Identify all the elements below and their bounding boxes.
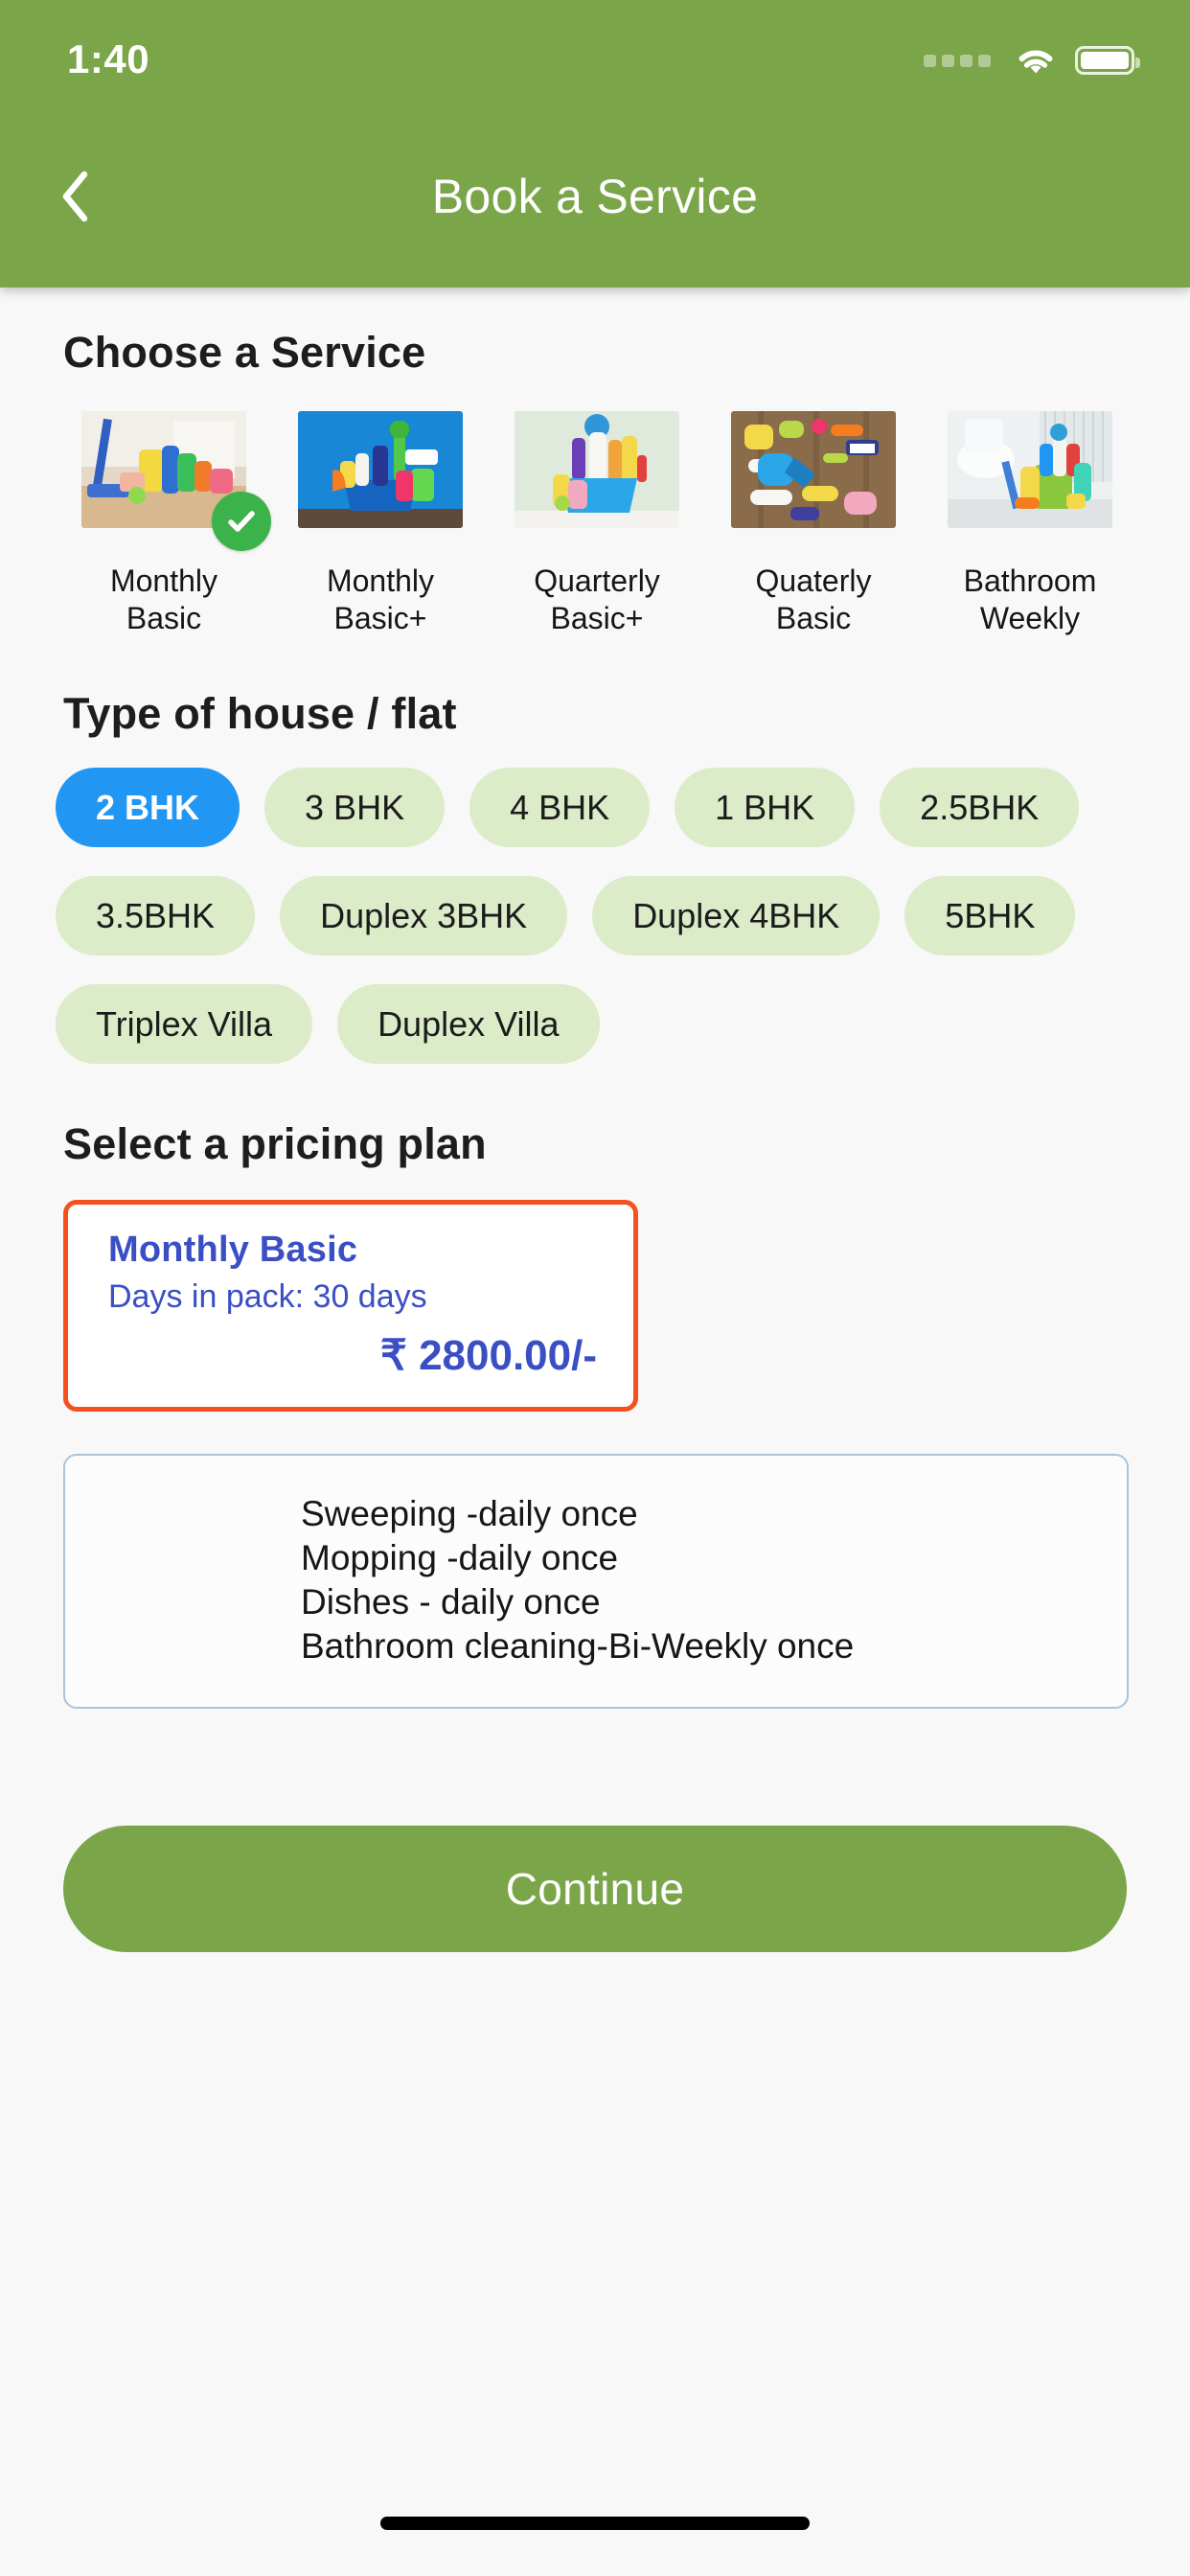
chip-2-bhk[interactable]: 2 BHK [56, 768, 240, 848]
service-label: Quarterly Basic+ [501, 563, 693, 637]
home-indicator-wrap [0, 2471, 1190, 2576]
wifi-icon [1014, 44, 1058, 77]
service-card-quaterly-basic[interactable]: Quaterly Basic [705, 411, 922, 637]
service-list: Monthly Basic Monthly Basic+ Quarterly B… [0, 378, 1190, 637]
chip-1-bhk[interactable]: 1 BHK [675, 768, 856, 848]
home-indicator[interactable] [380, 2517, 810, 2530]
continue-button-wrap: Continue [0, 1709, 1190, 1952]
service-label: Quaterly Basic [718, 563, 909, 637]
continue-button[interactable]: Continue [63, 1825, 1127, 1952]
nav-bar: Book a Service [0, 105, 1190, 288]
service-thumb-wrap [515, 411, 679, 528]
service-label-line1: Quarterly [534, 564, 660, 598]
signal-dots-icon [924, 54, 991, 67]
service-label: Monthly Basic [68, 563, 260, 637]
chip-duplex-villa[interactable]: Duplex Villa [337, 984, 600, 1065]
plan-days: Days in pack: 30 days [108, 1278, 427, 1316]
service-label-line1: Monthly [109, 564, 218, 598]
service-label-line1: Bathroom [963, 564, 1097, 598]
plan-details-box: Sweeping -daily once Mopping -daily once… [63, 1454, 1129, 1709]
chip-triplex-villa[interactable]: Triplex Villa [56, 984, 313, 1065]
service-card-bathroom-weekly[interactable]: Bathroom Weekly [922, 411, 1138, 637]
chip-duplex-3bhk[interactable]: Duplex 3BHK [280, 876, 568, 956]
chip-5bhk[interactable]: 5BHK [904, 876, 1076, 956]
chip-3-5-bhk[interactable]: 3.5BHK [56, 876, 256, 956]
check-circle-icon [212, 492, 271, 551]
service-thumbnail [731, 411, 896, 528]
plan-name: Monthly Basic [108, 1230, 358, 1271]
status-bar: 1:40 [0, 0, 1190, 105]
service-card-quarterly-basic-plus[interactable]: Quarterly Basic+ [489, 411, 705, 637]
service-thumbnail [515, 411, 679, 528]
plan-detail-line: Sweeping -daily once [301, 1494, 638, 1534]
service-thumb-wrap [81, 411, 271, 551]
pricing-heading: Select a pricing plan [63, 1119, 487, 1169]
plan-detail-line: Mopping -daily once [301, 1537, 619, 1577]
service-card-monthly-basic-plus[interactable]: Monthly Basic+ [272, 411, 489, 637]
service-label-line2: Basic [126, 601, 202, 636]
page-title: Book a Service [431, 170, 759, 223]
house-type-chip-group: 2 BHK 3 BHK 4 BHK 1 BHK 2.5BHK 3.5BHK Du… [0, 739, 1190, 1065]
battery-full-icon [1075, 46, 1140, 75]
service-label-line2: Weekly [979, 601, 1081, 636]
service-card-monthly-basic[interactable]: Monthly Basic [56, 411, 272, 637]
service-label-line1: Monthly [326, 564, 435, 598]
plan-detail-line: Bathroom cleaning-Bi-Weekly once [301, 1625, 855, 1666]
plan-details-list: Sweeping -daily once Mopping -daily once… [65, 1492, 1127, 1668]
status-icons [924, 29, 1140, 77]
plan-amount: ₹ 2800.00/- [379, 1332, 597, 1380]
service-thumb-wrap [948, 411, 1112, 528]
service-label: Bathroom Weekly [934, 563, 1126, 637]
service-thumbnail [298, 411, 463, 528]
back-button[interactable] [36, 158, 113, 235]
app-header: 1:40 Book a Service [0, 0, 1190, 288]
plan-detail-line: Dishes - daily once [301, 1581, 601, 1622]
app-screen: 1:40 Book a Service Choose a Service Mon… [0, 0, 1190, 2576]
pricing-plan-card[interactable]: Monthly Basic Days in pack: 30 days ₹ 28… [63, 1200, 638, 1413]
chevron-left-icon [62, 171, 88, 222]
chip-duplex-4bhk[interactable]: Duplex 4BHK [592, 876, 881, 956]
service-thumbnail [948, 411, 1112, 528]
chip-2-5-bhk[interactable]: 2.5BHK [880, 768, 1080, 848]
service-thumb-wrap [298, 411, 463, 528]
service-label-line2: Basic+ [333, 601, 427, 636]
status-time: 1:40 [67, 36, 150, 81]
choose-service-heading: Choose a Service [63, 328, 426, 377]
scroll-content: Choose a Service Monthly Basic Monthly B… [0, 288, 1190, 2576]
service-label: Monthly Basic+ [285, 563, 476, 637]
service-label-line2: Basic+ [550, 601, 644, 636]
chip-3-bhk[interactable]: 3 BHK [264, 768, 446, 848]
service-label-line1: Quaterly [755, 564, 872, 598]
chip-4-bhk[interactable]: 4 BHK [469, 768, 651, 848]
house-type-heading: Type of house / flat [63, 689, 457, 739]
service-label-line2: Basic [775, 601, 852, 636]
service-thumb-wrap [731, 411, 896, 528]
